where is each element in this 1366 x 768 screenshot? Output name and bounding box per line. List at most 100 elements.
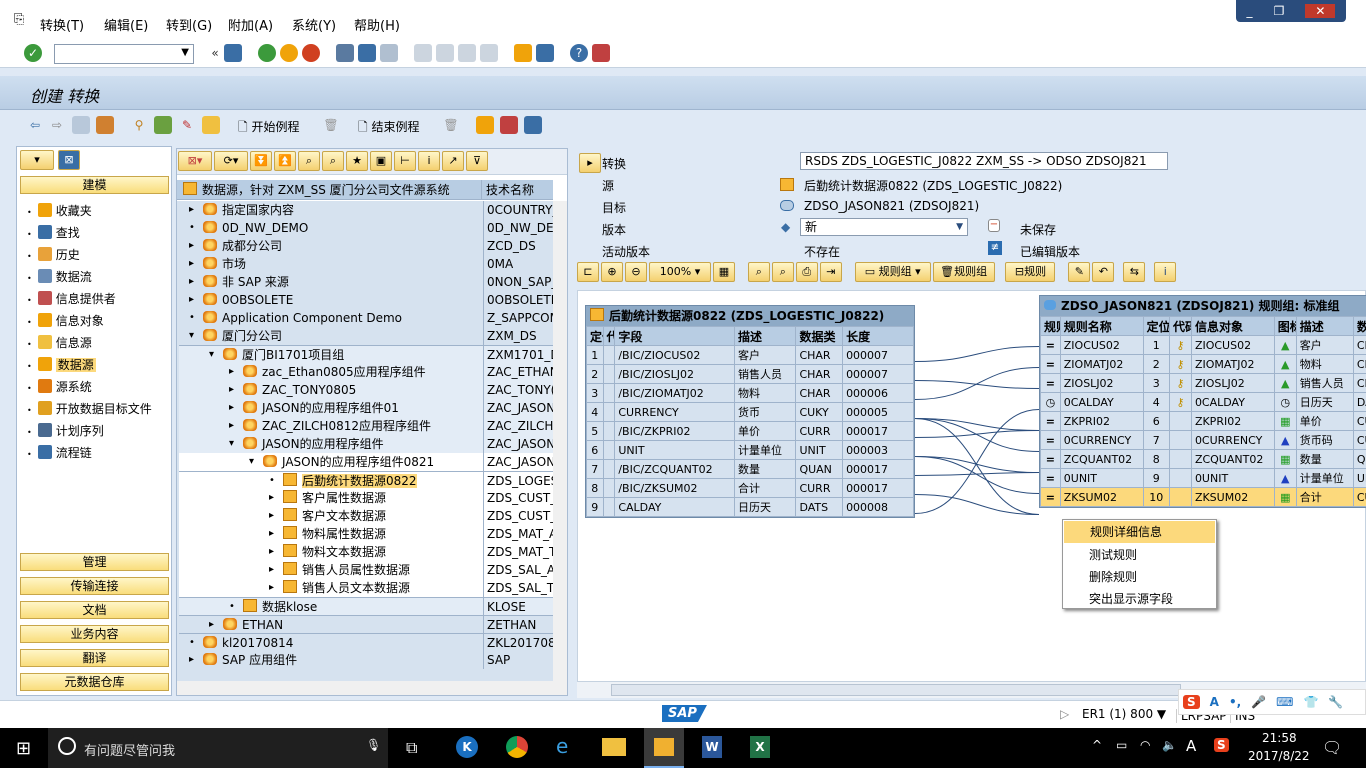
menu-item[interactable]: 转换(T) bbox=[40, 15, 84, 34]
collapse-button[interactable]: ⏫ bbox=[274, 151, 296, 171]
minimize-button[interactable]: _ bbox=[1247, 4, 1253, 18]
save-icon[interactable] bbox=[224, 44, 242, 62]
new-session-icon[interactable] bbox=[514, 44, 532, 62]
print-button[interactable]: ⎙ bbox=[795, 262, 818, 282]
find-icon[interactable] bbox=[358, 44, 376, 62]
clock-date[interactable]: 2017/8/22 bbox=[1248, 749, 1310, 763]
mapping-line[interactable] bbox=[914, 346, 1040, 362]
find-button[interactable]: ⌕ bbox=[747, 262, 770, 282]
sogou-tray-icon[interactable]: S bbox=[1214, 738, 1229, 752]
arrow-right-icon[interactable]: ⇨ bbox=[48, 116, 66, 134]
tree-row[interactable]: ▸ 物料文本数据源 ZDS_MAT_T bbox=[179, 543, 553, 561]
hierarchy-icon[interactable] bbox=[96, 116, 114, 134]
tree-row[interactable]: ▸ 销售人员属性数据源 ZDS_SAL_A bbox=[179, 561, 553, 579]
nav-item[interactable]: • 信息源 bbox=[27, 333, 92, 353]
export-button[interactable]: ⇥ bbox=[819, 262, 842, 282]
target-rule-row[interactable]: ◷0CALDAY4⚷0CALDAY◷日历天DA bbox=[1040, 392, 1366, 412]
direct-assign-icon[interactable]: = bbox=[1040, 468, 1061, 488]
nav-button[interactable]: 管理 bbox=[20, 553, 169, 571]
source-field-row[interactable]: 3/BIC/ZIOMATJ02 物料 CHAR 000006 bbox=[586, 383, 914, 403]
target-rule-row[interactable]: =ZIOCUS021⚷ZIOCUS02▲客户CH bbox=[1040, 335, 1366, 355]
leaf-bullet-icon[interactable]: • bbox=[189, 309, 195, 327]
target-column-header[interactable]: 信息对象 bbox=[1190, 316, 1275, 336]
find-next-button[interactable]: ⌕ bbox=[771, 262, 794, 282]
expand-arrow-icon[interactable]: ▸ bbox=[189, 291, 194, 309]
expert-routine-icon[interactable] bbox=[476, 116, 494, 134]
technical-rule-icon[interactable] bbox=[500, 116, 518, 134]
check-icon[interactable] bbox=[154, 116, 172, 134]
tree-row[interactable]: ▾ 厦门分公司 ZXM_DS bbox=[179, 327, 553, 345]
source-field-row[interactable]: 5/BIC/ZKPRI02 单价 CURR 000017 bbox=[586, 421, 914, 441]
source-field-row[interactable]: 1/BIC/ZIOCUS02 客户 CHAR 000007 bbox=[586, 345, 914, 365]
expand-arrow-icon[interactable]: ▸ bbox=[269, 561, 274, 579]
toggle-tree-button[interactable]: ▸ bbox=[579, 153, 601, 173]
context-menu-item[interactable]: 测试规则 bbox=[1063, 544, 1216, 566]
collapse-all-button[interactable]: ⊠▾ bbox=[178, 151, 212, 171]
target-rule-row[interactable]: =ZIOMATJ022⚷ZIOMATJ02▲物料CH bbox=[1040, 354, 1366, 374]
tree-row[interactable]: ▸ 0OBSOLETE 0OBSOLETE bbox=[179, 291, 553, 309]
clock-icon[interactable]: ◷ bbox=[1040, 392, 1061, 412]
target-rule-row[interactable]: =ZKPRI026ZKPRI02▦单价CU bbox=[1040, 411, 1366, 431]
info-button[interactable]: i bbox=[418, 151, 440, 171]
mapping-line[interactable] bbox=[914, 456, 1040, 473]
source-field-row[interactable]: 4 CURRENCY 货币 CUKY 000005 bbox=[586, 402, 914, 422]
expand-arrow-icon[interactable]: ▸ bbox=[269, 525, 274, 543]
menu-icon[interactable]: ⎘ bbox=[14, 12, 24, 27]
tree-row[interactable]: • 0D_NW_DEMO 0D_NW_DEI bbox=[179, 219, 553, 237]
source-column-header[interactable]: 描述 bbox=[733, 326, 797, 346]
excel-icon[interactable]: X bbox=[750, 736, 770, 758]
source-field-row[interactable]: 2/BIC/ZIOSLJ02 销售人员 CHAR 000007 bbox=[586, 364, 914, 384]
collapse-arrow-icon[interactable]: ▾ bbox=[249, 453, 254, 471]
skin-icon[interactable]: 👕 bbox=[1303, 695, 1318, 709]
file-explorer-icon[interactable] bbox=[602, 738, 626, 756]
menu-item[interactable]: 附加(A) bbox=[228, 15, 273, 34]
source-column-header[interactable]: 定位 bbox=[586, 326, 604, 346]
app-k-icon[interactable]: K bbox=[456, 736, 478, 758]
expand-arrow-icon[interactable]: ▸ bbox=[269, 489, 274, 507]
nav-button[interactable]: 传输连接 bbox=[20, 577, 169, 595]
help-icon[interactable]: ? bbox=[570, 44, 588, 62]
undo-edit-button[interactable]: ↶ bbox=[1092, 262, 1115, 282]
context-menu-item[interactable]: 规则详细信息 bbox=[1064, 521, 1215, 543]
keyboard-icon[interactable]: ⌨ bbox=[1276, 695, 1293, 709]
target-rule-row[interactable]: =ZIOSLJ023⚷ZIOSLJ02▲销售人员CH bbox=[1040, 373, 1366, 393]
collapse-arrow-icon[interactable]: ▾ bbox=[229, 435, 234, 453]
nav-item[interactable]: • 信息对象 bbox=[27, 311, 104, 331]
source-column-header[interactable]: 字段 bbox=[614, 326, 735, 346]
display-icon[interactable] bbox=[72, 116, 90, 134]
expand-arrow-icon[interactable]: ▸ bbox=[189, 651, 194, 669]
chevron-up-icon[interactable]: ^ bbox=[1092, 738, 1102, 752]
expand-arrow-icon[interactable]: ▸ bbox=[189, 201, 194, 219]
notification-icon[interactable]: 🗨 bbox=[1322, 738, 1342, 757]
leaf-bullet-icon[interactable]: • bbox=[189, 219, 195, 237]
nav-button[interactable]: 业务内容 bbox=[20, 625, 169, 643]
source-column-header[interactable]: 数据类 bbox=[795, 326, 844, 346]
chevron-down-icon[interactable]: ▼ bbox=[956, 219, 963, 235]
volume-icon[interactable]: 🔈 bbox=[1162, 738, 1177, 752]
layout-button[interactable]: ⊏ bbox=[577, 262, 599, 282]
ime-mode[interactable]: A bbox=[1210, 695, 1219, 709]
nav-item[interactable]: • 数据流 bbox=[27, 267, 92, 287]
tree-row[interactable]: ▸ 销售人员文本数据源 ZDS_SAL_T bbox=[179, 579, 553, 597]
mapping-line[interactable] bbox=[914, 430, 1040, 438]
view-options-button[interactable]: ▾ bbox=[20, 150, 54, 170]
tree-row[interactable]: • 后勤统计数据源0822 ZDS_LOGES bbox=[179, 471, 553, 490]
print-icon[interactable] bbox=[336, 44, 354, 62]
nav-button[interactable]: 文档 bbox=[20, 601, 169, 619]
zoom-select[interactable]: 100% ▾ bbox=[649, 262, 711, 282]
mapping-line[interactable] bbox=[914, 409, 1040, 514]
leaf-bullet-icon[interactable]: • bbox=[189, 634, 195, 652]
chrome-icon[interactable] bbox=[506, 736, 528, 758]
trash-icon[interactable]: 🗑 bbox=[442, 116, 460, 134]
context-menu-item[interactable]: 突出显示源字段 bbox=[1063, 588, 1216, 610]
filter-button[interactable]: ⊽ bbox=[466, 151, 488, 171]
windows-start-icon[interactable]: ⊞ bbox=[16, 738, 31, 759]
expand-arrow-icon[interactable]: ▸ bbox=[189, 273, 194, 291]
source-field-row[interactable]: 6 UNIT 计量单位 UNIT 000003 bbox=[586, 440, 914, 460]
tree-row[interactable]: ▸ 客户属性数据源 ZDS_CUST_ bbox=[179, 489, 553, 507]
menu-item[interactable]: 转到(G) bbox=[166, 15, 212, 34]
overview-button[interactable]: ▦ bbox=[713, 262, 735, 282]
tree-row[interactable]: ▸ 成都分公司 ZCD_DS bbox=[179, 237, 553, 255]
nav-button[interactable]: 翻译 bbox=[20, 649, 169, 667]
nav-item[interactable]: • 查找 bbox=[27, 223, 80, 243]
